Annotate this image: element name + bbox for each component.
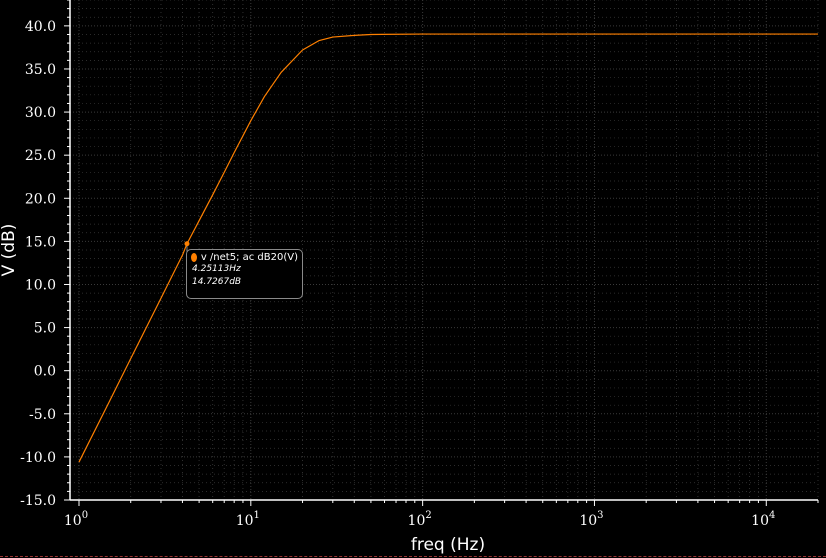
y-tick-label: 40.0: [25, 19, 56, 35]
y-tick-label: 0.0: [34, 364, 56, 380]
marker-trace-label: v /net5; ac dB20(V): [200, 252, 298, 263]
marker-y-value: 14.7267dB: [192, 277, 242, 287]
y-tick-label: 30.0: [25, 105, 56, 121]
marker-title-row: v /net5; ac dB20(V): [191, 252, 298, 263]
y-tick-label: -5.0: [29, 407, 56, 423]
y-tick-label: -15.0: [20, 493, 56, 509]
x-tick-label: 102: [408, 510, 432, 529]
x-tick-label: 104: [751, 510, 775, 529]
x-tick-label: 103: [579, 510, 603, 529]
marker-readout[interactable]: v /net5; ac dB20(V) 4.25113Hz 14.7267dB: [186, 249, 303, 299]
y-tick-label: 15.0: [25, 234, 56, 250]
y-tick-label: 10.0: [25, 277, 56, 293]
y-tick-label: 20.0: [25, 191, 56, 207]
y-tick-label: 25.0: [25, 148, 56, 164]
x-tick-label: 100: [64, 510, 88, 529]
marker-dot-icon: [191, 253, 197, 262]
x-axis-label: freq (Hz): [411, 535, 485, 555]
y-tick-label: 35.0: [25, 62, 56, 78]
y-tick-label: 5.0: [34, 321, 56, 337]
x-tick-label: 101: [236, 510, 260, 529]
plot-grid: [70, 0, 819, 501]
marker-x-value: 4.25113Hz: [192, 264, 241, 274]
y-tick-label: -10.0: [20, 450, 56, 466]
plot-canvas: 40.0 35.0 30.0 25.0 20.0 15.0 10.0 5.0 0.0 -5.0 -1…: [0, 0, 819, 555]
y-axis-label: V (dB): [0, 224, 19, 277]
x-axis-ticks: 100 101 102 103 104: [64, 500, 819, 529]
y-axis-ticks: 40.0 35.0 30.0 25.0 20.0 15.0 10.0 5.0 0.0 -5.0 -1…: [20, 0, 70, 509]
marker-point: [184, 241, 190, 247]
